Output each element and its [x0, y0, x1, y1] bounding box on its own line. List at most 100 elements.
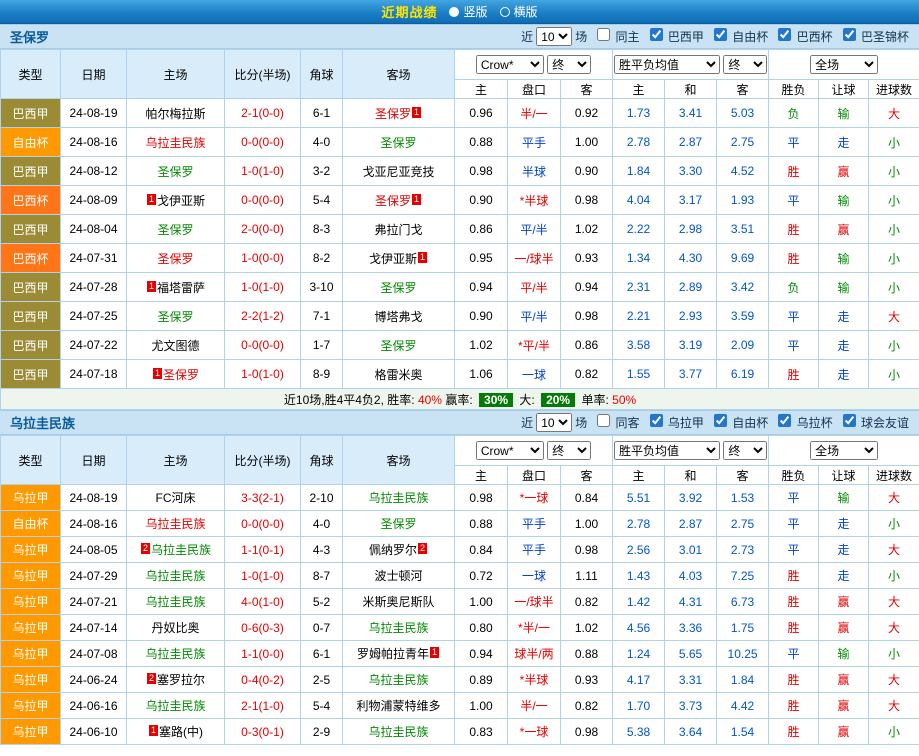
team-link[interactable]: 圣保罗 [380, 517, 416, 531]
scope-select[interactable]: 全场 [810, 55, 878, 74]
same-venue-filter[interactable]: 同客 [590, 414, 639, 431]
scope-select[interactable]: 全场 [810, 441, 878, 460]
team-name[interactable]: 圣保罗 [10, 27, 49, 46]
euro-odds-home: 1.55 [613, 360, 665, 389]
team-link[interactable]: 格雷米奥 [374, 368, 422, 382]
league-checkbox[interactable] [778, 414, 791, 427]
league-filter[interactable]: 巴圣锦杯 [836, 28, 909, 45]
team-link[interactable]: 戈伊亚斯 [369, 252, 417, 266]
odds-company-select[interactable]: Crow* [476, 55, 544, 74]
team-link[interactable]: 圣保罗 [157, 310, 193, 324]
team-section-header: 乌拉圭民族 近 10 场 同客 乌拉甲 自由杯 乌拉杯 [0, 410, 919, 435]
league-filter[interactable]: 乌拉甲 [643, 414, 704, 431]
team-link[interactable]: 圣保罗 [157, 252, 193, 266]
home-team-cell: 2塞罗拉尔 [127, 667, 225, 693]
team-link[interactable]: 博塔弗戈 [374, 310, 422, 324]
score: 0-0(0-0) [225, 331, 301, 360]
euro-odds-draw: 3.41 [665, 99, 717, 128]
team-link[interactable]: 帕尔梅拉斯 [145, 107, 205, 121]
team-link[interactable]: 圣保罗 [380, 339, 416, 353]
team-link[interactable]: 尤文图德 [151, 339, 199, 353]
match-count-select[interactable]: 10 [536, 27, 572, 46]
asian-odds-away: 0.92 [561, 99, 613, 128]
corner-score: 6-1 [301, 641, 343, 667]
layout-horizontal-option[interactable]: 横版 [500, 3, 538, 20]
team-link[interactable]: 戈伊亚斯 [157, 194, 205, 208]
league-label: 巴西甲 [668, 30, 704, 44]
league-checkbox[interactable] [650, 414, 663, 427]
team-link[interactable]: 乌拉圭民族 [151, 543, 211, 557]
league-checkbox[interactable] [714, 414, 727, 427]
team-link[interactable]: 罗姆帕拉青年 [357, 647, 429, 661]
team-link[interactable]: 丹奴比奥 [151, 621, 199, 635]
league-checkbox[interactable] [843, 28, 856, 41]
asian-handicap: *半球 [508, 667, 561, 693]
league-badge: 自由杯 [1, 511, 61, 537]
away-team-cell: 戈伊亚斯1 [343, 244, 455, 273]
team-link[interactable]: 圣保罗 [375, 107, 411, 121]
team-link[interactable]: 乌拉圭民族 [368, 725, 428, 739]
team-link[interactable]: FC河床 [156, 491, 196, 505]
euro-odds-home: 4.17 [613, 667, 665, 693]
team-link[interactable]: 圣保罗 [380, 136, 416, 150]
team-link[interactable]: 圣保罗 [157, 223, 193, 237]
team-link[interactable]: 圣保罗 [375, 194, 411, 208]
team-link[interactable]: 弗拉门戈 [374, 223, 422, 237]
league-badge: 巴西甲 [1, 157, 61, 186]
asian-handicap: *半/一 [508, 615, 561, 641]
team-link[interactable]: 塞路(中) [159, 725, 203, 739]
league-checkbox[interactable] [843, 414, 856, 427]
league-filter[interactable]: 自由杯 [707, 414, 768, 431]
league-filter[interactable]: 巴西甲 [643, 28, 704, 45]
final-odds-select[interactable]: 终 [547, 55, 591, 74]
team-link[interactable]: 塞罗拉尔 [157, 673, 205, 687]
team-link[interactable]: 圣保罗 [157, 165, 193, 179]
match-count-select[interactable]: 10 [536, 413, 572, 432]
team-link[interactable]: 乌拉圭民族 [145, 136, 205, 150]
odds-company-select[interactable]: Crow* [476, 441, 544, 460]
league-filter[interactable]: 自由杯 [707, 28, 768, 45]
team-link[interactable]: 佩纳罗尔 [369, 543, 417, 557]
league-filter[interactable]: 巴西杯 [771, 28, 832, 45]
league-checkbox[interactable] [650, 28, 663, 41]
same-venue-checkbox[interactable] [597, 28, 610, 41]
radio-unselected-icon[interactable] [500, 7, 510, 17]
team-link[interactable]: 圣保罗 [380, 281, 416, 295]
euro-odds-away: 1.53 [717, 485, 769, 511]
asian-odds-home: 0.80 [455, 615, 508, 641]
top-bar: 近期战绩 竖版 横版 [0, 0, 919, 24]
league-filter[interactable]: 球会友谊 [836, 414, 909, 431]
same-venue-checkbox[interactable] [597, 414, 610, 427]
rank-badge: 1 [430, 647, 439, 658]
team-link[interactable]: 利物浦蒙特维多 [356, 699, 440, 713]
team-link[interactable]: 乌拉圭民族 [368, 673, 428, 687]
euro-odds-away: 2.73 [717, 537, 769, 563]
team-link[interactable]: 乌拉圭民族 [368, 491, 428, 505]
final-odds-select[interactable]: 终 [547, 441, 591, 460]
layout-vertical-option[interactable]: 竖版 [449, 3, 487, 20]
team-link[interactable]: 福塔雷萨 [157, 281, 205, 295]
league-checkbox[interactable] [714, 28, 727, 41]
team-link[interactable]: 圣保罗 [163, 368, 199, 382]
team-name[interactable]: 乌拉圭民族 [10, 413, 75, 432]
team-link[interactable]: 波士顿河 [374, 569, 422, 583]
team-link[interactable]: 乌拉圭民族 [145, 595, 205, 609]
team-link[interactable]: 乌拉圭民族 [145, 517, 205, 531]
europe-odds-select[interactable]: 胜平负均值 [614, 441, 720, 460]
europe-odds-select[interactable]: 胜平负均值 [614, 55, 720, 74]
team-link[interactable]: 乌拉圭民族 [145, 569, 205, 583]
team-link[interactable]: 戈亚尼亚竞技 [362, 165, 434, 179]
team-link[interactable]: 米斯奥尼斯队 [362, 595, 434, 609]
match-row: 乌拉甲24-08-19FC河床3-3(2-1)2-10乌拉圭民族0.98*一球0… [1, 485, 919, 511]
recent-results-panel: 近期战绩 竖版 横版 圣保罗 近 10 场 同主 巴西甲 [0, 0, 919, 745]
final-euro-select[interactable]: 终 [723, 55, 767, 74]
team-link[interactable]: 乌拉圭民族 [145, 699, 205, 713]
result-indicator: 胜 [769, 615, 819, 641]
team-link[interactable]: 乌拉圭民族 [368, 621, 428, 635]
radio-selected-icon[interactable] [449, 7, 459, 17]
team-link[interactable]: 乌拉圭民族 [145, 647, 205, 661]
final-euro-select[interactable]: 终 [723, 441, 767, 460]
league-checkbox[interactable] [778, 28, 791, 41]
league-filter[interactable]: 乌拉杯 [771, 414, 832, 431]
same-venue-filter[interactable]: 同主 [590, 28, 639, 45]
